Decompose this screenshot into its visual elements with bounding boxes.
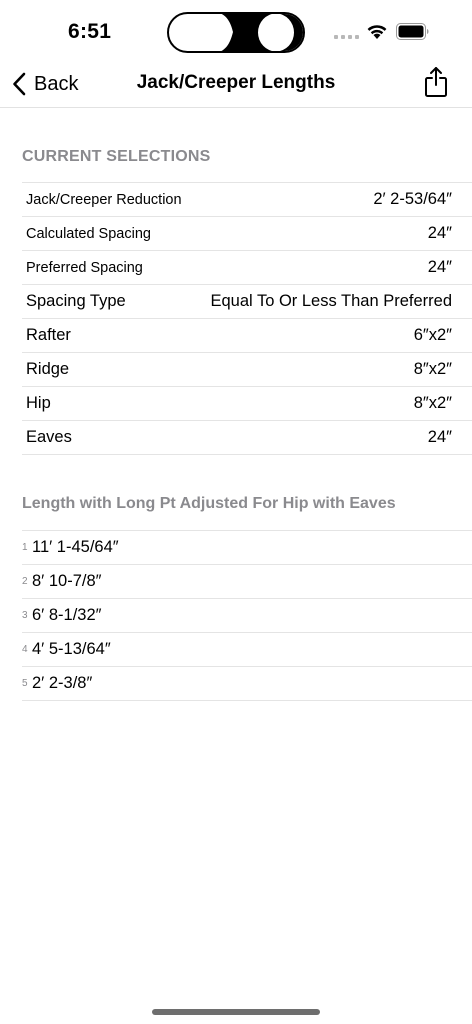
selection-label: Ridge [26,360,70,378]
list-item-value: 11′ 1-45/64″ [32,538,119,556]
wifi-icon [367,25,387,39]
share-icon[interactable] [424,66,448,98]
selection-label: Hip [26,394,51,412]
selection-value: 24″ [427,224,452,242]
selection-row-calculated-spacing: Calculated Spacing 24″ [22,217,472,251]
selection-label: Spacing Type [26,292,126,310]
selection-row-ridge: Ridge 8″x2″ [22,353,472,387]
selection-row-jack-creeper-reduction: Jack/Creeper Reduction 2′ 2-53/64″ [22,183,472,217]
list-item: 4 4′ 5-13/64″ [22,633,472,667]
list-item-index: 4 [22,644,28,655]
dynamic-island-blob [221,14,303,51]
current-selections-header: CURRENT SELECTIONS [22,148,211,165]
status-time: 6:51 [68,20,112,43]
navigation-bar: Back Jack/Creeper Lengths [0,60,472,108]
selection-value: 24″ [427,258,452,276]
lengths-header: Length with Long Pt Adjusted For Hip wit… [22,495,396,512]
list-item-index: 2 [22,576,28,587]
selection-row-preferred-spacing: Preferred Spacing 24″ [22,251,472,285]
list-item: 2 8′ 10-7/8″ [22,565,472,599]
selection-label: Jack/Creeper Reduction [26,191,182,208]
selection-label: Rafter [26,326,71,344]
selection-label: Preferred Spacing [26,259,143,276]
page-title: Jack/Creeper Lengths [136,72,336,93]
lengths-list: 1 11′ 1-45/64″ 2 8′ 10-7/8″ 3 6′ 8-1/32″… [22,530,472,701]
list-item-value: 4′ 5-13/64″ [32,640,111,658]
status-bar: 6:51 [0,0,472,60]
selection-value: 8″x2″ [413,394,452,412]
selection-row-eaves: Eaves 24″ [22,421,472,455]
battery-icon [396,23,429,40]
selection-row-spacing-type: Spacing Type Equal To Or Less Than Prefe… [22,285,472,319]
selection-row-hip: Hip 8″x2″ [22,387,472,421]
list-item-value: 8′ 10-7/8″ [32,572,102,590]
selection-value: 24″ [427,428,452,446]
selection-label: Calculated Spacing [26,225,151,242]
cellular-signal-icon [334,35,359,39]
selection-value: 8″x2″ [413,360,452,378]
list-item-index: 5 [22,678,28,689]
selection-value: 2′ 2-53/64″ [373,190,452,208]
selection-row-rafter: Rafter 6″x2″ [22,319,472,353]
selection-value: 6″x2″ [413,326,452,344]
current-selections-list: Jack/Creeper Reduction 2′ 2-53/64″ Calcu… [22,182,472,455]
selection-value: Equal To Or Less Than Preferred [210,292,452,310]
home-indicator[interactable] [152,1009,320,1015]
list-item-index: 1 [22,542,28,553]
list-item-value: 2′ 2-3/8″ [32,674,93,692]
list-item-index: 3 [22,610,28,621]
dynamic-island [167,12,305,53]
list-item: 1 11′ 1-45/64″ [22,531,472,565]
list-item: 3 6′ 8-1/32″ [22,599,472,633]
list-item-value: 6′ 8-1/32″ [32,606,102,624]
selection-label: Eaves [26,428,72,446]
list-item: 5 2′ 2-3/8″ [22,667,472,701]
